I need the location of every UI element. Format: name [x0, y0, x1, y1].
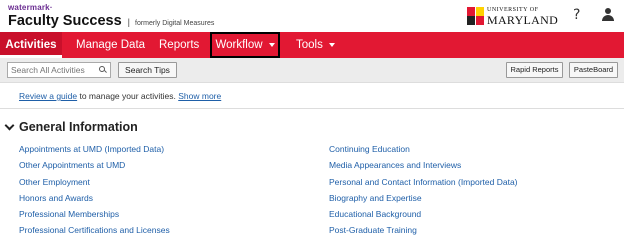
show-more-link[interactable]: Show more: [178, 91, 221, 101]
brand-separator: |: [127, 17, 130, 27]
chevron-down-icon[interactable]: [4, 120, 15, 131]
activity-link[interactable]: Media Appearances and Interviews: [329, 159, 518, 175]
activity-link[interactable]: Honors and Awards: [19, 192, 170, 208]
guide-message: Review a guide to manage your activities…: [19, 91, 221, 101]
formerly-text: formerly Digital Measures: [135, 20, 215, 27]
activity-link[interactable]: Appointments at UMD (Imported Data): [19, 143, 170, 159]
watermark-wordmark: watermark·: [8, 3, 53, 12]
nav-tools-label: Tools: [296, 39, 323, 51]
nav-reports[interactable]: Reports: [159, 32, 199, 58]
pasteboard-button[interactable]: PasteBoard: [569, 62, 618, 78]
activity-list-left: Appointments at UMD (Imported Data) Othe…: [19, 143, 170, 241]
activity-link[interactable]: Other Appointments at UMD: [19, 159, 170, 175]
rapid-reports-button[interactable]: Rapid Reports: [506, 62, 563, 78]
section-title[interactable]: General Information: [19, 120, 138, 134]
app-header: watermark· Faculty Success | formerly Di…: [0, 0, 624, 32]
search-icon[interactable]: [99, 66, 107, 74]
maryland-text: MARYLAND: [487, 13, 559, 27]
faculty-success-logo[interactable]: watermark· Faculty Success | formerly Di…: [8, 3, 214, 29]
activity-link[interactable]: Continuing Education: [329, 143, 518, 159]
activity-link[interactable]: Other Employment: [19, 176, 170, 192]
activity-link[interactable]: Biography and Expertise: [329, 192, 518, 208]
help-icon[interactable]: ?: [573, 7, 580, 23]
chevron-down-icon: [328, 42, 335, 47]
search-tips-button[interactable]: Search Tips: [118, 62, 177, 78]
nav-workflow[interactable]: Workflow: [210, 32, 280, 58]
activity-link[interactable]: Professional Memberships: [19, 208, 170, 224]
nav-activities-label: Activities: [5, 39, 57, 51]
maryland-shield-icon: [467, 7, 484, 25]
nav-manage-data[interactable]: Manage Data: [76, 32, 145, 58]
user-account-icon[interactable]: [601, 8, 615, 22]
activity-link[interactable]: Professional Certifications and Licenses: [19, 224, 170, 240]
divider: [0, 108, 624, 109]
activity-link[interactable]: Educational Background: [329, 208, 518, 224]
guide-text: to manage your activities.: [77, 91, 179, 101]
university-logo: UNIVERSITY OF MARYLAND: [467, 6, 558, 26]
activity-list-right: Continuing Education Media Appearances a…: [329, 143, 518, 241]
activity-link[interactable]: Personal and Contact Information (Import…: [329, 176, 518, 192]
nav-tools[interactable]: Tools: [296, 32, 335, 58]
toolbar: Search Tips Rapid Reports PasteBoard: [0, 58, 624, 83]
nav-activities[interactable]: Activities: [0, 32, 62, 58]
product-name: Faculty Success: [8, 13, 122, 29]
review-guide-link[interactable]: Review a guide: [19, 91, 77, 101]
search-activities-input[interactable]: [7, 62, 111, 78]
nav-workflow-label: Workflow: [215, 39, 263, 51]
chevron-down-icon: [268, 42, 275, 47]
activity-link[interactable]: Post-Graduate Training: [329, 224, 518, 240]
main-nav: Activities Manage Data Reports Workflow …: [0, 32, 624, 58]
